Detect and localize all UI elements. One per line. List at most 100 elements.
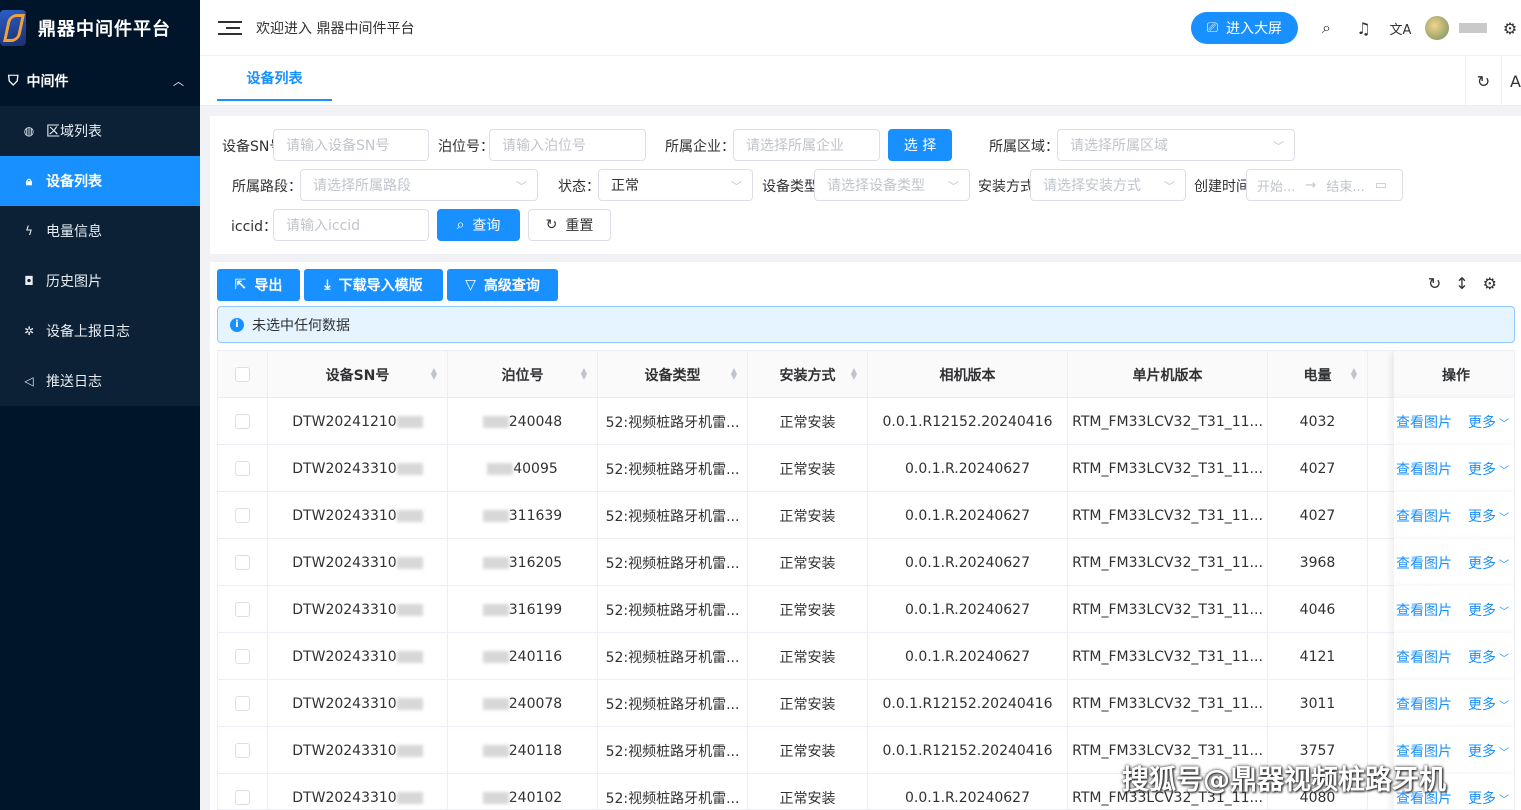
actions-cell: 查看图片 更多 ﹀	[1394, 492, 1514, 539]
chevron-down-icon: ﹀	[1496, 559, 1510, 571]
sn-cell: DTW20243310	[268, 586, 448, 633]
bell-icon[interactable]: ♫	[1345, 19, 1382, 38]
sort-icon[interactable]: ▲ ▼	[581, 367, 587, 381]
gear-icon[interactable]: ⚙	[1499, 19, 1521, 38]
area-select[interactable]: 请选择所属区域 ﹀	[1057, 129, 1295, 161]
company-input[interactable]: 请选择所属企业	[733, 129, 880, 161]
avatar[interactable]	[1425, 16, 1449, 40]
column-header-label: 安装方式	[779, 367, 836, 384]
status-select[interactable]: 正常 ﹀	[598, 169, 753, 201]
column-header: 相机版本	[868, 351, 1068, 398]
date-range-picker[interactable]: 开始... → 结束... ▭	[1246, 169, 1403, 201]
translate-icon[interactable]: 文A	[1382, 19, 1419, 38]
refresh-icon[interactable]: ↻	[1465, 56, 1501, 106]
more-dropdown[interactable]: 更多 ﹀	[1468, 694, 1509, 714]
sn-value: DTW20243310	[292, 554, 397, 571]
row-checkbox[interactable]	[235, 743, 250, 758]
mcu-cell: RTM_FM33LCV32_T31_11...	[1068, 445, 1268, 492]
column-height-icon[interactable]: ↕	[1455, 274, 1468, 293]
type-select[interactable]: 请选择设备类型 ﹀	[814, 169, 970, 201]
sn-cell: DTW20243310	[268, 774, 448, 809]
iccid-input[interactable]: 请输入iccid	[273, 209, 429, 241]
row-checkbox[interactable]	[235, 602, 250, 617]
row-checkbox[interactable]	[235, 508, 250, 523]
sidebar-item-5[interactable]: ◁ 推送日志	[0, 356, 200, 406]
row-checkbox[interactable]	[235, 414, 250, 429]
more-dropdown[interactable]: 更多 ﹀	[1468, 553, 1509, 573]
area-placeholder: 请选择所属区域	[1070, 138, 1168, 154]
row-checkbox[interactable]	[235, 649, 250, 664]
view-image-link[interactable]: 查看图片	[1396, 600, 1452, 620]
chevron-up-icon: ︿	[173, 75, 184, 88]
column-header-label: 操作	[1442, 367, 1470, 384]
query-button[interactable]: ⌕ 查询	[437, 209, 520, 241]
download-template-button[interactable]: ⤓ 下载导入模版	[304, 269, 443, 301]
sidebar-item-0[interactable]: ◍ 区域列表	[0, 106, 200, 156]
berth-value: 311639	[508, 507, 563, 524]
tab-device-list[interactable]: 设备列表	[217, 56, 332, 101]
install-select[interactable]: 请选择安装方式 ﹀	[1030, 169, 1186, 201]
sort-icon[interactable]: ▲ ▼	[1351, 367, 1357, 381]
redacted-mark	[396, 650, 423, 663]
reset-button[interactable]: ↻ 重置	[528, 209, 611, 241]
advanced-query-button[interactable]: ▽ 高级查询	[447, 269, 558, 301]
user-name-blurred[interactable]	[1459, 23, 1487, 33]
row-checkbox[interactable]	[235, 461, 250, 476]
more-dropdown[interactable]: 更多 ﹀	[1468, 506, 1509, 526]
redacted-mark	[396, 509, 423, 522]
view-image-link[interactable]: 查看图片	[1396, 459, 1452, 479]
table-header-row: 设备SN号 ▲ ▼ 泊位号 ▲ ▼ 设备类型 ▲ ▼ 安装方式 ▲ ▼ 相机版本 单片机版本 电量 ▲ ▼ 操作	[218, 351, 1514, 398]
select-all-checkbox[interactable]	[235, 367, 250, 382]
redacted-mark	[482, 744, 509, 757]
row-checkbox[interactable]	[235, 696, 250, 711]
camera-cell: 0.0.1.R12152.20240416	[868, 680, 1068, 727]
sidebar-item-3[interactable]: ◘ 历史图片	[0, 256, 200, 306]
menu-group-middleware[interactable]: ⛉ 中间件 ︿	[0, 56, 200, 106]
road-select[interactable]: 请选择所属路段 ﹀	[300, 169, 538, 201]
power-cell: 4027	[1268, 445, 1368, 492]
device-table: 设备SN号 ▲ ▼ 泊位号 ▲ ▼ 设备类型 ▲ ▼ 安装方式 ▲ ▼ 相机版本 单片机版本 电量 ▲ ▼ 操作 D…	[217, 350, 1515, 810]
enter-screen-button[interactable]: ⎚ 进入大屏	[1190, 12, 1298, 44]
font-size-icon[interactable]: A	[1501, 56, 1521, 106]
view-image-link[interactable]: 查看图片	[1396, 506, 1452, 526]
road-placeholder: 请选择所属路段	[313, 178, 411, 194]
view-image-link[interactable]: 查看图片	[1396, 553, 1452, 573]
export-button[interactable]: ⇱ 导出	[217, 269, 300, 301]
actions-cell: 查看图片 更多 ﹀	[1394, 539, 1514, 586]
sidebar-item-2[interactable]: ϟ 电量信息	[0, 206, 200, 256]
reload-icon[interactable]: ↻	[1428, 274, 1441, 293]
more-dropdown[interactable]: 更多 ﹀	[1468, 647, 1509, 667]
row-checkbox[interactable]	[235, 555, 250, 570]
view-image-link[interactable]: 查看图片	[1396, 647, 1452, 667]
sn-input[interactable]: 请输入设备SN号	[273, 129, 429, 161]
menu-fold-icon[interactable]	[218, 20, 242, 35]
bug-icon: ✲	[23, 324, 35, 338]
column-header: 泊位号 ▲ ▼	[448, 351, 598, 398]
redacted-mark	[482, 509, 509, 522]
view-image-link[interactable]: 查看图片	[1396, 412, 1452, 432]
berth-input[interactable]: 请输入泊位号	[489, 129, 646, 161]
more-dropdown[interactable]: 更多 ﹀	[1468, 412, 1509, 432]
checkbox-cell	[218, 351, 268, 398]
more-dropdown[interactable]: 更多 ﹀	[1468, 788, 1509, 808]
sort-icon[interactable]: ▲ ▼	[851, 367, 857, 381]
row-checkbox[interactable]	[235, 790, 250, 805]
sidebar-item-label: 设备上报日志	[46, 324, 130, 340]
redacted-mark	[482, 415, 509, 428]
column-header-label: 泊位号	[501, 367, 544, 384]
sidebar-item-1[interactable]: 🔒︎ 设备列表	[0, 156, 200, 206]
search-icon[interactable]: ⌕	[1308, 18, 1345, 38]
view-image-link[interactable]: 查看图片	[1396, 694, 1452, 714]
sort-icon[interactable]: ▲ ▼	[731, 367, 737, 381]
gear-icon[interactable]: ⚙	[1483, 274, 1497, 293]
more-label: 更多	[1468, 555, 1496, 572]
watermark: 搜狐号@鼎器视频桩路牙机	[1122, 765, 1446, 796]
more-dropdown[interactable]: 更多 ﹀	[1468, 459, 1509, 479]
sort-icon[interactable]: ▲ ▼	[431, 367, 437, 381]
more-dropdown[interactable]: 更多 ﹀	[1468, 741, 1509, 761]
select-company-button[interactable]: 选 择	[888, 129, 952, 161]
chevron-down-icon: ﹀	[948, 180, 959, 193]
more-label: 更多	[1468, 602, 1496, 619]
more-dropdown[interactable]: 更多 ﹀	[1468, 600, 1509, 620]
sidebar-item-4[interactable]: ✲ 设备上报日志	[0, 306, 200, 356]
